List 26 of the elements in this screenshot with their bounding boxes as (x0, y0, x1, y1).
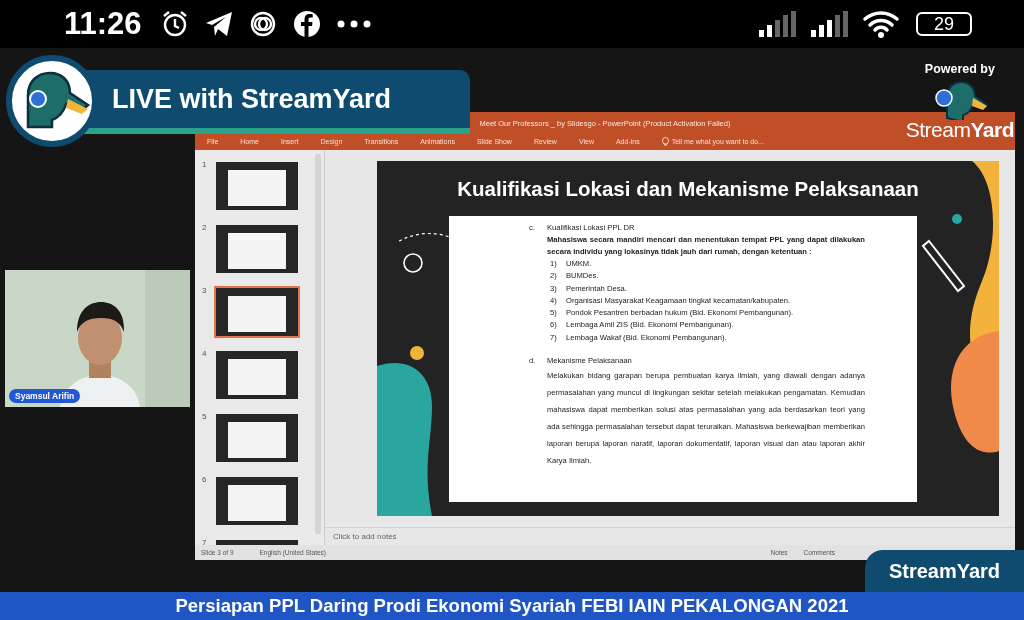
slide-thumbnail[interactable] (214, 286, 300, 338)
powered-by-label: Powered by (924, 62, 995, 76)
slide-number: 1 (202, 160, 208, 169)
wifi-icon (862, 9, 902, 39)
slide-number: 6 (202, 475, 208, 484)
banner-title: LIVE with StreamYard (112, 83, 392, 115)
more-icon (335, 19, 372, 29)
participant-name: Syamsul Arifin (9, 389, 81, 403)
brand-name: StreamYard (888, 559, 1001, 583)
lightbulb-icon (661, 137, 669, 146)
slide-title: Kualifikasi Lokasi dan Mekanisme Pelaksanaan (456, 176, 920, 199)
clock-time: 11:26 (64, 6, 142, 42)
battery-indicator: 29 (916, 12, 972, 36)
signal-icon (758, 11, 796, 37)
ticker-text: Persiapan PPL Daring Prodi Ekonomi Syariah FEBI IAIN PEKALONGAN 2021 (175, 595, 849, 617)
pencil-drawing (921, 239, 966, 293)
slide-number: 5 (202, 412, 208, 421)
slide-number: 2 (202, 223, 208, 232)
signal-icon (810, 11, 848, 37)
brand-name: StreamYard (905, 118, 1014, 142)
social-app-icon (291, 9, 322, 39)
slide-number: 7 (202, 538, 208, 545)
slide-number: 3 (202, 286, 208, 295)
slide-number: 4 (202, 349, 208, 358)
dot-shape (410, 346, 424, 360)
dot-shape (952, 214, 962, 224)
